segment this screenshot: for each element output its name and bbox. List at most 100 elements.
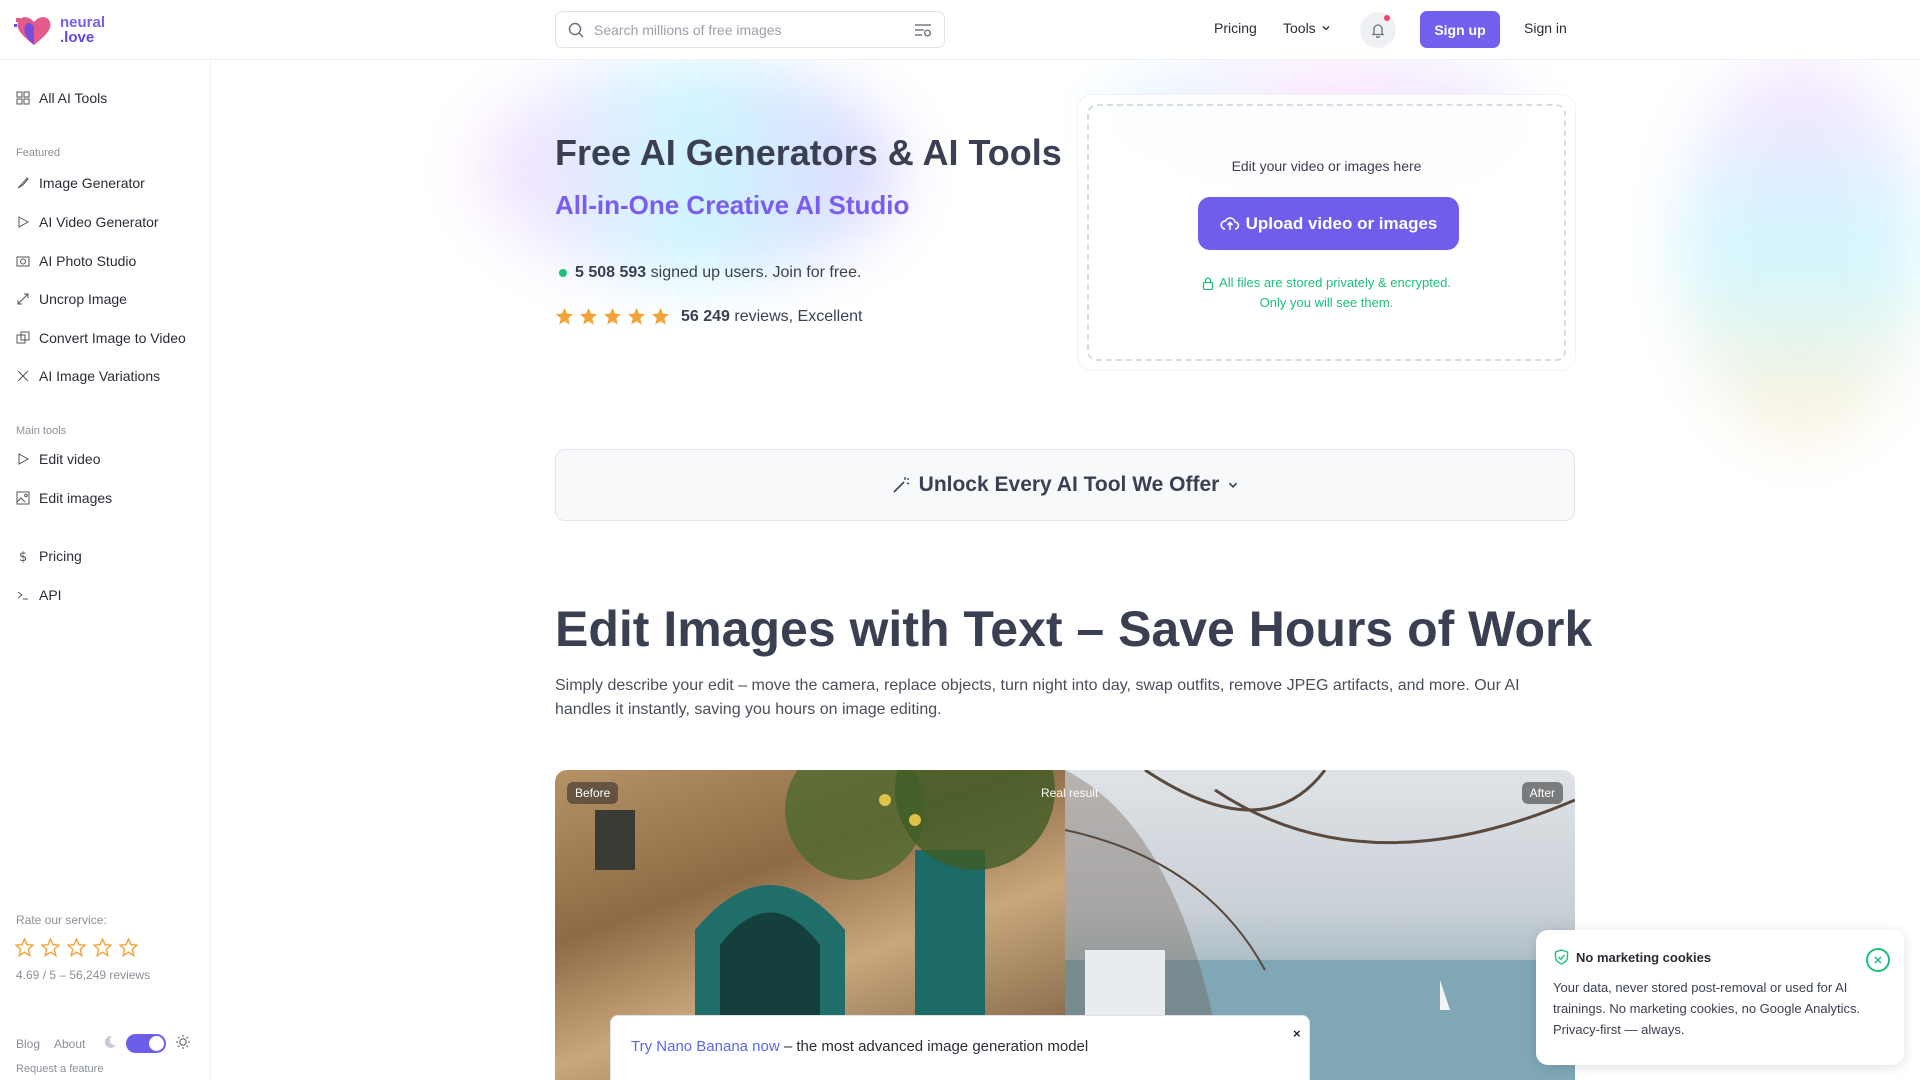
signup-button[interactable]: Sign up (1420, 11, 1500, 48)
signin-link[interactable]: Sign in (1524, 20, 1567, 36)
star-filled-icon (579, 307, 598, 325)
section-title: Edit Images with Text – Save Hours of Wo… (555, 601, 1593, 657)
nav-tools-label: Tools (1283, 20, 1316, 36)
rate-star-5[interactable] (119, 938, 138, 957)
star-filled-icon (627, 307, 646, 325)
hero-title: Free AI Generators & AI Tools (555, 132, 1062, 173)
camera-icon (16, 256, 30, 267)
users-text: signed up users. Join for free. (650, 264, 862, 281)
about-link[interactable]: About (54, 1037, 85, 1051)
signup-stats: 5 508 593 signed up users. Join for free… (559, 264, 861, 282)
lock-icon (1202, 276, 1214, 290)
brush-icon (17, 177, 29, 189)
expand-icon (17, 293, 29, 305)
reviews-text: reviews, Excellent (734, 307, 863, 325)
convert-icon (16, 331, 30, 344)
cookie-text: Your data, never stored post-removal or … (1553, 980, 1861, 1037)
heart-logo-icon (14, 17, 51, 45)
play-icon (18, 453, 30, 465)
play-icon (18, 216, 30, 228)
sidebar-item-api[interactable]: API (16, 587, 62, 603)
search-box[interactable] (555, 11, 945, 48)
after-label: After (1521, 782, 1563, 804)
image-icon (16, 491, 30, 505)
star-filled-icon (651, 307, 670, 325)
blog-link[interactable]: Blog (16, 1037, 40, 1051)
privacy-line-1: All files are stored privately & encrypt… (1219, 275, 1451, 290)
privacy-line-2: Only you will see them. (1259, 295, 1394, 310)
terminal-icon (17, 591, 28, 600)
brand-logo[interactable]: neural .love (14, 12, 105, 48)
top-header: neural .love Pricing Tools Sign up Sign … (0, 0, 1920, 60)
theme-toggle[interactable] (126, 1034, 166, 1053)
magic-wand-icon (893, 477, 909, 493)
nav-pricing-link[interactable]: Pricing (1214, 20, 1257, 36)
section-description: Simply describe your edit – move the cam… (555, 677, 1520, 718)
sidebar-item-ai-video-generator[interactable]: AI Video Generator (16, 214, 159, 230)
upload-button[interactable]: Upload video or images (1198, 197, 1459, 250)
hero-gradient-right (1680, 60, 1920, 440)
search-input[interactable] (594, 21, 914, 38)
star-filled-icon (555, 307, 574, 325)
upload-dropzone[interactable]: Edit your video or images here Upload vi… (1087, 104, 1566, 361)
grid-icon (16, 91, 30, 105)
theme-toggle-knob (149, 1036, 164, 1051)
star-filled-icon (603, 307, 622, 325)
rate-star-4[interactable] (93, 938, 112, 957)
hero-subtitle: All-in-One Creative AI Studio (555, 190, 910, 220)
sidebar-item-edit-video[interactable]: Edit video (16, 451, 100, 467)
upload-button-label: Upload video or images (1245, 213, 1438, 233)
cookie-title: No marketing cookies (1576, 950, 1712, 965)
upload-card: Edit your video or images here Upload vi… (1078, 95, 1575, 370)
chevron-down-icon (1229, 482, 1238, 488)
sidebar-item-ai-image-variations[interactable]: AI Image Variations (16, 368, 160, 384)
unlock-label: Unlock Every AI Tool We Offer (918, 473, 1220, 496)
rate-star-3[interactable] (67, 938, 86, 957)
sidebar-item-pricing[interactable]: $ Pricing (16, 548, 82, 564)
sidebar-item-convert-image-to-video[interactable]: Convert Image to Video (16, 330, 186, 346)
sidebar-item-edit-images[interactable]: Edit images (16, 490, 112, 506)
rate-star-2[interactable] (41, 938, 60, 957)
promo-close-button[interactable]: × (1293, 1026, 1301, 1041)
reviews-count: 56 249 (681, 307, 730, 325)
reviews-summary: 56 249 reviews, Excellent (555, 307, 862, 326)
sidebar-item-all-ai-tools[interactable]: All AI Tools (16, 90, 107, 106)
unlock-tools-toggle[interactable]: Unlock Every AI Tool We Offer (555, 449, 1575, 521)
cookie-notice: No marketing cookies Your data, never st… (1536, 930, 1904, 1065)
moon-icon (104, 1035, 116, 1048)
request-feature-link[interactable]: Request a feature (16, 1063, 103, 1075)
rate-stars (15, 938, 138, 957)
shield-check-icon (1554, 949, 1569, 965)
users-count: 5 508 593 (575, 264, 647, 281)
cookie-close-button[interactable] (1866, 948, 1890, 972)
shuffle-icon (17, 370, 29, 382)
chevron-down-icon (1322, 26, 1330, 31)
sidebar-item-uncrop-image[interactable]: Uncrop Image (16, 291, 127, 307)
real-result-label: Real result (1041, 786, 1099, 800)
upload-label: Edit your video or images here (1231, 158, 1422, 174)
notification-dot (1384, 15, 1390, 21)
sidebar-item-ai-photo-studio[interactable]: AI Photo Studio (16, 253, 136, 269)
search-icon (568, 22, 584, 38)
promo-banner: Try Nano Banana now – the most advanced … (610, 1015, 1310, 1080)
rate-title: Rate our service: (16, 913, 107, 927)
before-label: Before (567, 782, 619, 804)
privacy-note: All files are stored privately & encrypt… (1089, 273, 1564, 313)
rate-summary: 4.69 / 5 – 56,249 reviews (16, 968, 151, 982)
filter-icon[interactable] (914, 22, 932, 38)
rate-star-1[interactable] (15, 938, 34, 957)
online-dot (559, 269, 567, 277)
sidebar-section-featured: Featured (16, 147, 61, 159)
promo-text: Try Nano Banana now – the most advanced … (631, 1038, 1088, 1055)
nav-tools-menu[interactable]: Tools (1283, 20, 1331, 36)
sidebar-section-main-tools: Main tools (16, 425, 67, 437)
dollar-icon: $ (19, 550, 27, 563)
sidebar-item-image-generator[interactable]: Image Generator (16, 175, 145, 191)
brand-name: neural .love (60, 14, 106, 46)
close-icon (1874, 956, 1882, 964)
svg-text:$: $ (19, 550, 27, 563)
bell-icon (1371, 24, 1385, 38)
promo-link[interactable]: Try Nano Banana now (631, 1038, 780, 1055)
notifications-button[interactable] (1360, 12, 1396, 48)
promo-description: – the most advanced image generation mod… (779, 1038, 1089, 1055)
